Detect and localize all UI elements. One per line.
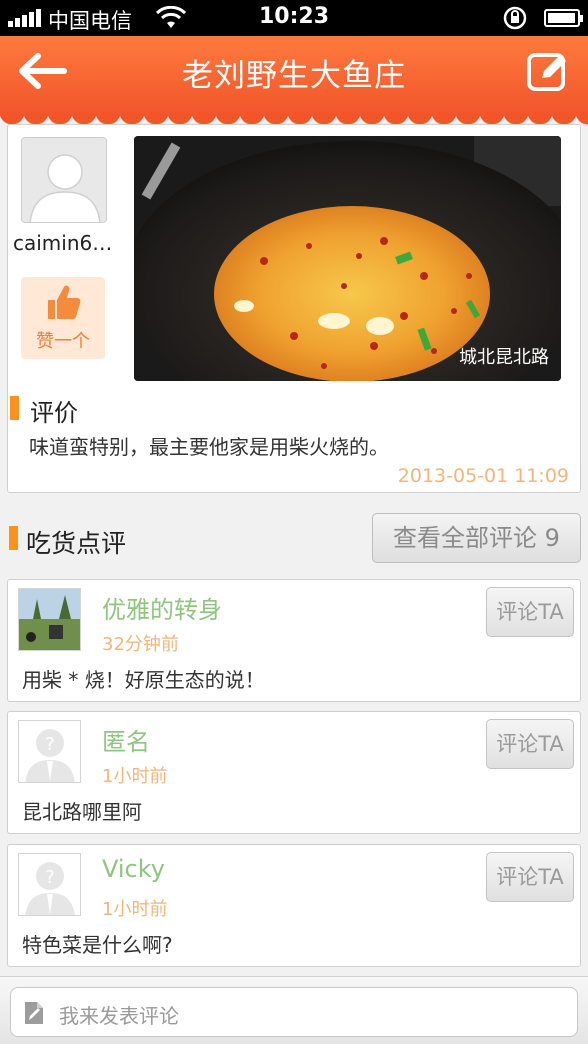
avatar[interactable]: ? — [18, 720, 81, 783]
comment-placeholder: 我来发表评论 — [59, 1004, 179, 1028]
back-arrow-icon[interactable] — [14, 50, 70, 92]
default-avatar-icon: ? — [25, 862, 75, 915]
comment-item: 优雅的转身 32分钟前 用柴 * 烧！好原生态的说！ 评论TA — [7, 579, 581, 702]
svg-text:?: ? — [45, 734, 55, 755]
reply-button[interactable]: 评论TA — [486, 852, 574, 902]
post-timestamp: 2013-05-01 11:09 — [397, 465, 569, 487]
username[interactable]: caimin6… — [13, 231, 129, 255]
reply-button[interactable]: 评论TA — [486, 587, 574, 637]
reply-button[interactable]: 评论TA — [486, 719, 574, 769]
photo-caption: 城北昆北路 — [459, 347, 549, 368]
photo-avatar — [19, 589, 80, 650]
comment-item: ? 匿名 1小时前 昆北路哪里阿 评论TA — [7, 711, 581, 834]
post-card: caimin6… 赞一个 城北昆北路 评价 味道蛮特别，最主要他家是用柴火烧的。… — [7, 124, 581, 493]
comment-text: 昆北路哪里阿 — [22, 800, 142, 824]
comment-item: ? Vicky 1小时前 特色菜是什么啊? 评论TA — [7, 844, 581, 967]
thumbs-up-icon — [48, 285, 81, 319]
comments-section-title: 吃货点评 — [26, 529, 127, 558]
commenter-name[interactable]: 匿名 — [102, 722, 150, 757]
status-bar: 中国电信 10:23 — [0, 0, 588, 36]
commenter-name[interactable]: Vicky — [102, 855, 165, 883]
nav-bar: 老刘野生大鱼庄 — [0, 36, 588, 126]
review-title: 评价 — [30, 399, 78, 427]
comment-time: 1小时前 — [102, 766, 168, 787]
avatar[interactable]: ? — [18, 853, 81, 916]
review-text: 味道蛮特别，最主要他家是用柴火烧的。 — [29, 435, 389, 459]
clock: 10:23 — [258, 4, 330, 29]
comment-input[interactable]: 我来发表评论 — [10, 987, 578, 1037]
comment-bar: 我来发表评论 — [0, 976, 588, 1044]
compose-icon[interactable] — [524, 48, 572, 96]
comment-time: 32分钟前 — [102, 634, 179, 655]
page-title: 老刘野生大鱼庄 — [182, 58, 406, 94]
default-avatar-icon: ? — [25, 729, 75, 782]
avatar[interactable] — [21, 137, 107, 223]
default-avatar-icon — [22, 138, 106, 222]
comment-text: 用柴 * 烧！好原生态的说！ — [22, 668, 265, 692]
like-button[interactable]: 赞一个 — [21, 277, 105, 359]
section-marker — [9, 526, 18, 550]
comment-text: 特色菜是什么啊? — [22, 933, 173, 957]
comment-time: 1小时前 — [102, 899, 168, 920]
pencil-note-icon — [25, 1002, 43, 1024]
section-marker — [10, 396, 19, 420]
view-all-comments-button[interactable]: 查看全部评论 9 — [372, 513, 581, 563]
battery-icon — [544, 9, 583, 27]
like-label: 赞一个 — [36, 331, 90, 352]
rotation-lock-icon — [503, 6, 527, 30]
svg-text:?: ? — [45, 867, 55, 888]
avatar[interactable] — [18, 588, 81, 651]
post-photo[interactable]: 城北昆北路 — [134, 136, 561, 381]
commenter-name[interactable]: 优雅的转身 — [102, 590, 222, 625]
